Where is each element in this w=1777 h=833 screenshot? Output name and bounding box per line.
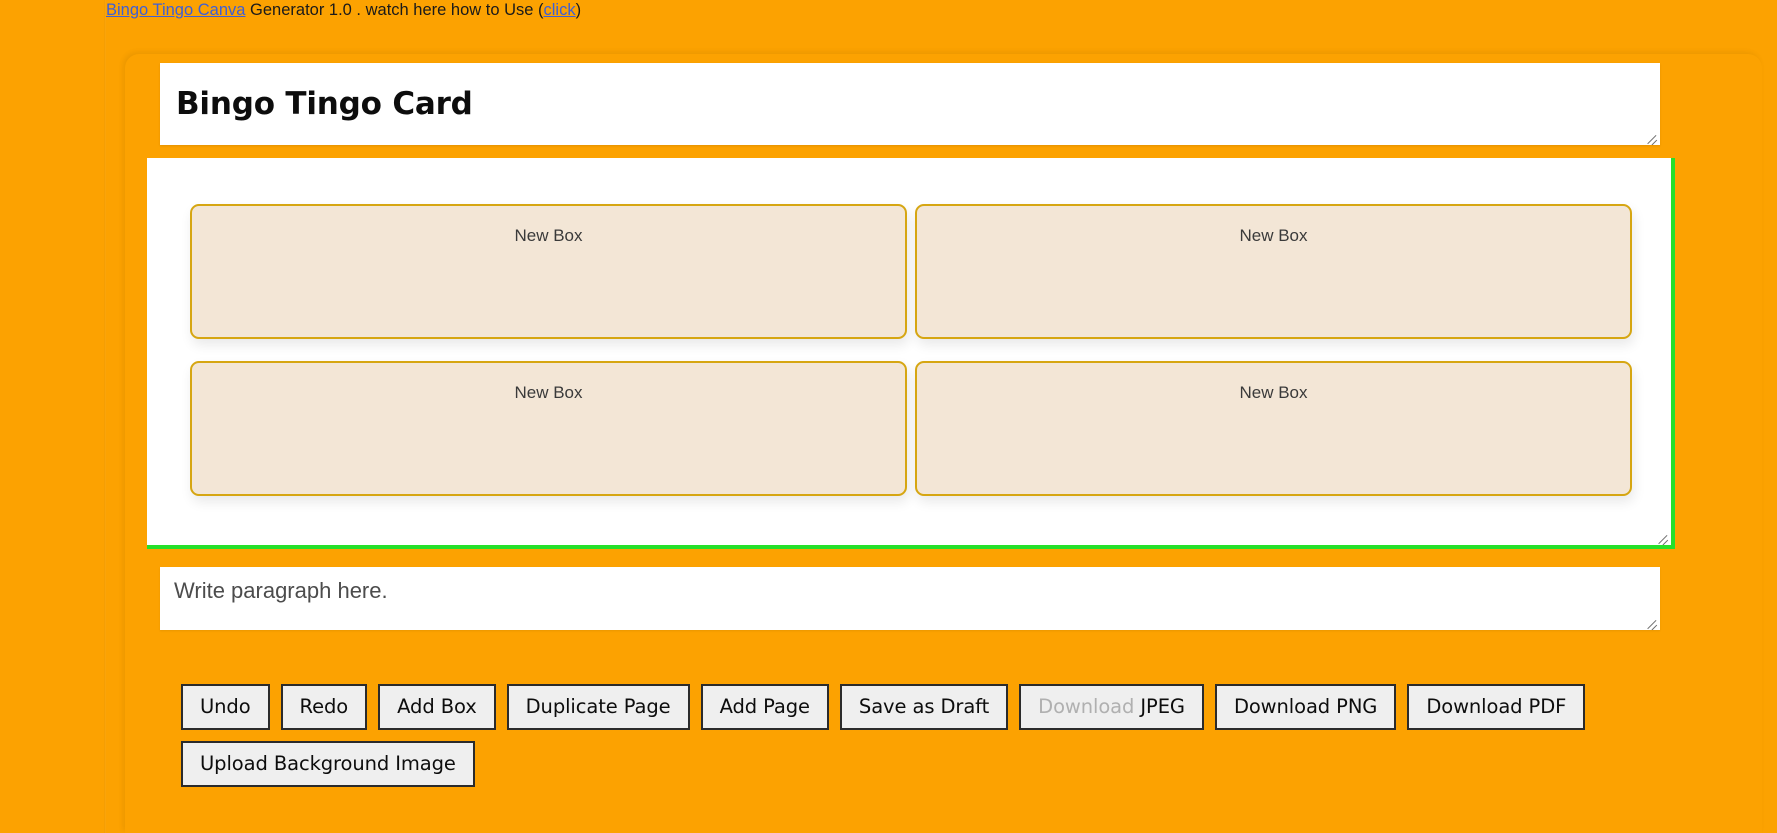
page-header: Bingo Tingo Canva Generator 1.0 . watch … xyxy=(106,0,581,22)
download-pdf-button[interactable]: Download PDF xyxy=(1407,684,1586,731)
duplicate-page-button[interactable]: Duplicate Page xyxy=(506,684,690,731)
bingo-box-label: New Box xyxy=(1239,226,1308,245)
download-jpeg-prefix: Download xyxy=(1038,695,1141,718)
bingo-box[interactable]: New Box xyxy=(915,361,1632,496)
bingo-box-label: New Box xyxy=(1239,383,1308,402)
card-title-field[interactable]: Bingo Tingo Card xyxy=(160,63,1660,145)
toolbar-row-primary: Undo Redo Add Box Duplicate Page Add Pag… xyxy=(181,684,1661,731)
header-close-paren: ) xyxy=(575,1,582,19)
resize-handle-icon[interactable] xyxy=(1644,130,1658,144)
add-page-button[interactable]: Add Page xyxy=(700,684,829,731)
paragraph-field[interactable]: Write paragraph here. xyxy=(160,567,1660,630)
brand-link[interactable]: Bingo Tingo Canva xyxy=(106,1,245,19)
redo-button[interactable]: Redo xyxy=(280,684,368,731)
toolbar-row-secondary: Upload Background Image xyxy=(181,741,1661,788)
bingo-box[interactable]: New Box xyxy=(190,361,907,496)
add-box-button[interactable]: Add Box xyxy=(378,684,496,731)
bingo-canvas-inner: New Box New Box New Box New Box xyxy=(147,158,1671,545)
bingo-box[interactable]: New Box xyxy=(190,204,907,339)
page-title: Bingo Tingo Card xyxy=(176,86,473,122)
download-jpeg-format: JPEG xyxy=(1140,695,1185,718)
download-jpeg-button[interactable]: Download JPEG xyxy=(1019,684,1204,731)
header-description: Generator 1.0 . watch here how to Use ( xyxy=(250,1,544,19)
bingo-box-label: New Box xyxy=(514,226,583,245)
download-png-button[interactable]: Download PNG xyxy=(1214,684,1397,731)
toolbar: Undo Redo Add Box Duplicate Page Add Pag… xyxy=(181,684,1661,798)
help-click-link[interactable]: click xyxy=(544,1,576,19)
resize-handle-icon[interactable] xyxy=(1655,530,1669,544)
bingo-canvas[interactable]: New Box New Box New Box New Box xyxy=(147,158,1675,549)
resize-handle-icon[interactable] xyxy=(1644,615,1658,629)
app-root: Bingo Tingo Canva Generator 1.0 . watch … xyxy=(0,0,1777,833)
bingo-box-label: New Box xyxy=(514,383,583,402)
save-as-draft-button[interactable]: Save as Draft xyxy=(839,684,1009,731)
paragraph-placeholder: Write paragraph here. xyxy=(174,578,388,603)
upload-background-image-button[interactable]: Upload Background Image xyxy=(181,741,475,788)
bingo-box[interactable]: New Box xyxy=(915,204,1632,339)
undo-button[interactable]: Undo xyxy=(181,684,270,731)
